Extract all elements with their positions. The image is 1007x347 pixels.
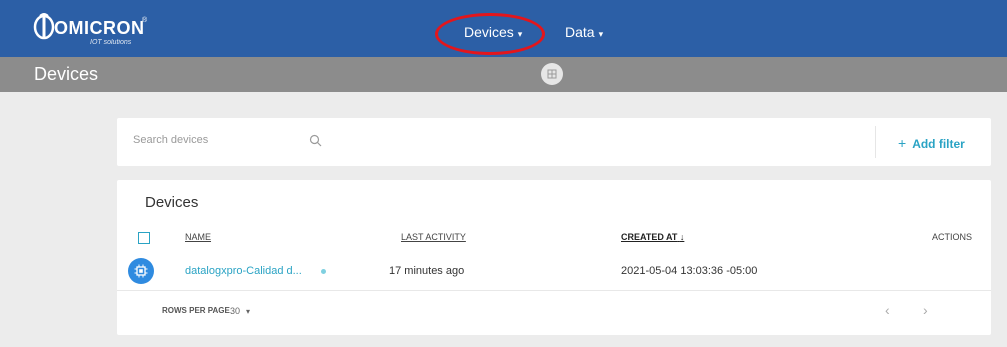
- nav-data-label: Data: [565, 24, 595, 40]
- column-header-actions: ACTIONS: [932, 232, 973, 242]
- red-highlight-circle: [435, 13, 545, 55]
- search-card: Search devices + Add filter: [117, 118, 991, 166]
- chevron-down-icon: ▾: [246, 307, 251, 316]
- table-row[interactable]: datalogxpro-Calidad d... 17 minutes ago …: [117, 254, 991, 291]
- search-icon[interactable]: [309, 134, 323, 148]
- grid-view-button[interactable]: [541, 63, 563, 85]
- devices-table-card: Devices NAME LAST ACTIVITY CREATED AT ↓ …: [117, 180, 991, 335]
- divider: [875, 126, 876, 158]
- grid-icon: [547, 69, 557, 79]
- device-last-activity: 17 minutes ago: [389, 265, 465, 277]
- created-at-label: CREATED AT: [621, 232, 678, 242]
- omicron-logo-icon: [33, 13, 55, 40]
- chevron-down-icon: ▾: [598, 29, 604, 39]
- registered-mark: ®: [142, 17, 148, 24]
- top-navbar: OMICRON ® IOT solutions Devices ▾ Data ▾: [0, 0, 1007, 57]
- next-page-button[interactable]: ›: [923, 302, 928, 318]
- status-indicator: [321, 269, 326, 274]
- brand-name: OMICRON: [54, 18, 145, 38]
- brand-tagline: IOT solutions: [90, 39, 132, 46]
- device-chip-icon: [128, 258, 154, 284]
- chip-icon: [134, 264, 148, 278]
- column-header-created-at[interactable]: CREATED AT ↓: [621, 232, 684, 242]
- page-header-bar: Devices: [0, 57, 1007, 92]
- select-all-checkbox[interactable]: [138, 232, 150, 244]
- previous-page-button[interactable]: ‹: [885, 302, 890, 318]
- page-title: Devices: [34, 64, 99, 84]
- column-header-name[interactable]: NAME: [185, 232, 211, 242]
- sort-arrow-icon: ↓: [679, 232, 685, 242]
- devices-table-title: Devices: [145, 194, 199, 211]
- search-input[interactable]: Search devices: [133, 134, 208, 146]
- nav-data-menu[interactable]: Data ▾: [565, 24, 603, 40]
- add-filter-label: Add filter: [912, 137, 965, 151]
- device-name-link[interactable]: datalogxpro-Calidad d...: [185, 265, 302, 277]
- omicron-logo[interactable]: OMICRON ® IOT solutions: [32, 8, 152, 50]
- rows-per-page-value: 30: [230, 306, 241, 316]
- rows-per-page-select[interactable]: 30 ▾: [230, 306, 250, 316]
- column-header-last-activity[interactable]: LAST ACTIVITY: [401, 232, 466, 242]
- rows-per-page-label: ROWS PER PAGE: [162, 306, 230, 315]
- device-created-at: 2021-05-04 13:03:36 -05:00: [621, 265, 758, 277]
- plus-icon: +: [898, 135, 907, 151]
- add-filter-button[interactable]: + Add filter: [898, 135, 965, 151]
